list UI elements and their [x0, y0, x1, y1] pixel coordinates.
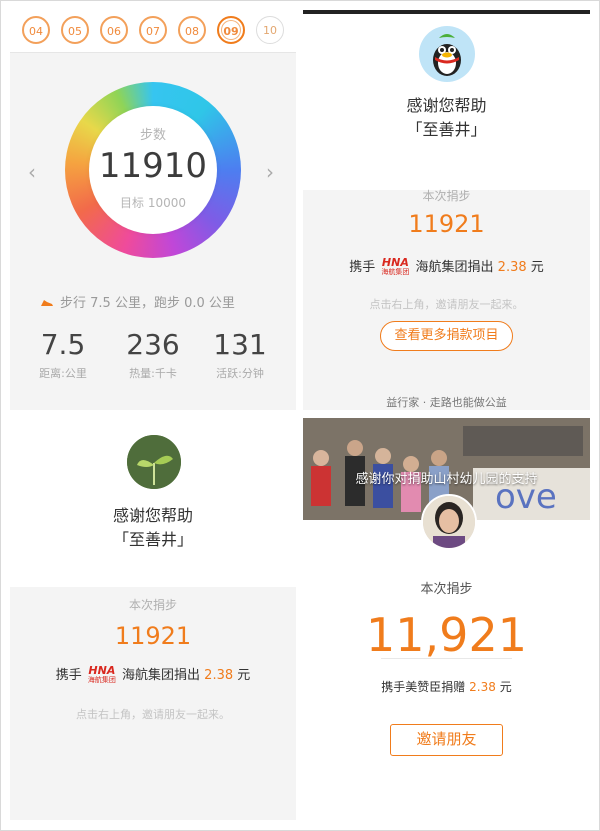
- avatar: [127, 435, 181, 489]
- stat-distance: 7.5 距离:公里: [18, 328, 108, 381]
- donated-steps: 11921: [408, 210, 485, 238]
- donation-panel-plant: 感谢您帮助 「至善井」 本次捐步 11921 携手 HNA 海航集团 海航集团捐出…: [10, 422, 296, 820]
- steps-goal: 目标 10000: [120, 196, 186, 210]
- date-item[interactable]: 04: [22, 16, 50, 44]
- chevron-left-icon[interactable]: ‹: [28, 160, 36, 184]
- donation-panel-kindergarten: ove 感谢你对捐助山村幼儿园的支持 本次捐步 11,921 携手美赞臣捐赠 2…: [303, 418, 590, 820]
- walk-run-summary: 步行 7.5 公里，跑步 0.0 公里: [40, 292, 235, 311]
- date-item[interactable]: 10: [256, 16, 284, 44]
- stat-value: 236: [126, 328, 180, 361]
- date-item-selected[interactable]: 09: [217, 16, 245, 44]
- date-item[interactable]: 08: [178, 16, 206, 44]
- this-time-label: 本次捐步: [420, 582, 473, 597]
- invite-hint: 点击右上角，邀请朋友一起来。: [76, 708, 230, 721]
- currency-unit: 元: [499, 680, 512, 694]
- status-bar-edge: [303, 10, 590, 14]
- project-name: 「至善井」: [112, 530, 193, 549]
- sponsor-name: 海航集团捐出: [122, 668, 201, 683]
- shoe-icon: [41, 300, 53, 306]
- project-name: 「至善井」: [406, 120, 487, 139]
- steps-value: 11910: [98, 146, 208, 186]
- donation-panel-qq: 感谢您帮助 「至善井」 本次捐步 11921 携手 HNA 海航集团 海航集团捐出…: [303, 10, 590, 410]
- step-progress-ring: 步数 11910 目标 10000: [65, 82, 241, 258]
- donation-amount: 2.38: [469, 680, 496, 694]
- donated-steps: 11,921: [366, 608, 527, 662]
- thanks-line1: 感谢您帮助: [112, 506, 193, 525]
- sponsor-prefix: 携手: [349, 260, 376, 275]
- sprout-icon: [127, 435, 181, 489]
- avatar: [419, 26, 475, 82]
- step-counter-panel: 04 05 06 07 08 09 10 ‹ › 步数 11910 目标 100…: [10, 10, 296, 410]
- date-selector: 04 05 06 07 08 09 10: [10, 10, 296, 53]
- stat-calories: 236 热量:千卡: [108, 328, 198, 381]
- steps-label: 步数: [139, 128, 166, 143]
- stat-label: 距离:公里: [39, 367, 87, 380]
- invite-friends-button[interactable]: 邀请朋友: [390, 724, 503, 756]
- more-projects-button[interactable]: 查看更多捐款项目: [380, 321, 513, 351]
- stat-label: 活跃:分钟: [216, 367, 264, 380]
- chevron-right-icon[interactable]: ›: [266, 160, 274, 184]
- date-item[interactable]: 05: [61, 16, 89, 44]
- sponsor-name: 携手美赞臣捐赠: [381, 680, 466, 694]
- divider: [381, 658, 512, 659]
- ring-center: 步数 11910 目标 10000: [89, 106, 217, 234]
- hna-logo: HNA 海航集团: [87, 664, 116, 684]
- footer-logo: 益行家 · 走路也能做公益: [386, 396, 507, 409]
- hna-logo: HNA 海航集团: [381, 256, 410, 276]
- stat-value: 7.5: [40, 328, 86, 361]
- stat-active-minutes: 131 活跃:分钟: [195, 328, 285, 381]
- sponsor-line: 携手美赞臣捐赠 2.38 元: [303, 678, 590, 695]
- sponsor-name: 海航集团捐出: [415, 260, 494, 275]
- avatar: [421, 494, 477, 550]
- user-portrait-icon: [423, 496, 475, 548]
- this-time-label: 本次捐步: [128, 598, 177, 612]
- donation-amount: 2.38: [497, 260, 527, 275]
- donated-steps: 11921: [114, 622, 192, 650]
- date-item[interactable]: 07: [139, 16, 167, 44]
- stat-value: 131: [213, 328, 267, 361]
- currency-unit: 元: [530, 260, 544, 275]
- thanks-line1: 感谢您帮助: [406, 96, 487, 115]
- sponsor-prefix: 携手: [55, 668, 82, 683]
- sponsor-line: 携手 HNA 海航集团 海航集团捐出 2.38 元: [10, 664, 296, 684]
- walk-run-text: 步行 7.5 公里，跑步 0.0 公里: [60, 296, 235, 311]
- invite-hint: 点击右上角，邀请朋友一起来。: [369, 298, 524, 311]
- currency-unit: 元: [237, 668, 251, 683]
- banner-caption: 感谢你对捐助山村幼儿园的支持: [355, 472, 538, 487]
- this-time-label: 本次捐步: [422, 189, 471, 203]
- sponsor-line: 携手 HNA 海航集团 海航集团捐出 2.38 元: [303, 256, 590, 276]
- stat-label: 热量:千卡: [129, 367, 177, 380]
- donation-amount: 2.38: [204, 668, 234, 683]
- penguin-icon: [433, 34, 461, 76]
- date-item[interactable]: 06: [100, 16, 128, 44]
